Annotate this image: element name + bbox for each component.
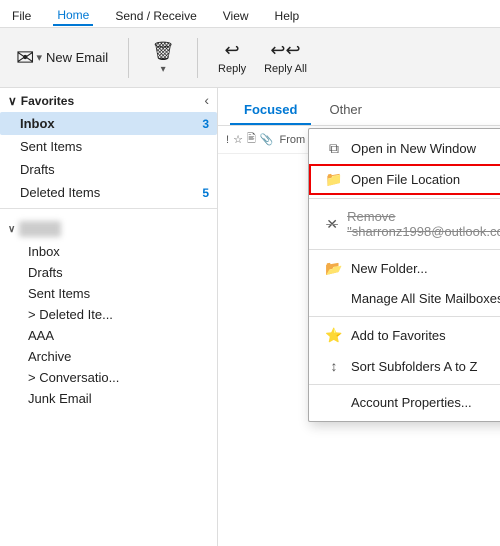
sidebar-item-deleted-items[interactable]: Deleted Items 5: [0, 181, 217, 204]
sidebar-item-sent-items[interactable]: Sent Items: [0, 135, 217, 158]
sidebar-subitem-deleted[interactable]: > Deleted Ite...: [0, 304, 217, 325]
ctx-remove-account[interactable]: ✕ Remove "sharronz1998@outlook.com": [309, 202, 500, 246]
sidebar-subitem-archive[interactable]: Archive: [0, 346, 217, 367]
account-chevron-icon: ∨: [8, 224, 15, 235]
sidebar-item-drafts[interactable]: Drafts: [0, 158, 217, 181]
favorites-header: ∨ Favorites: [0, 88, 217, 112]
reply-icon: ↩: [225, 40, 240, 61]
new-email-button[interactable]: ✉ ▾ New Email: [8, 34, 116, 82]
sidebar-subitem-aaa[interactable]: AAA: [0, 325, 217, 346]
menu-bar: File Home Send / Receive View Help: [0, 0, 500, 28]
reply-button[interactable]: ↩ Reply: [210, 34, 254, 82]
ctx-sort-subfolders[interactable]: ↕ Sort Subfolders A to Z: [309, 351, 500, 381]
ctx-sep-2: [309, 249, 500, 250]
ctx-manage-mailboxes[interactable]: Manage All Site Mailboxes...: [309, 284, 500, 313]
new-email-icon: ✉ ▾: [16, 45, 42, 71]
sidebar: ‹ ∨ Favorites Inbox 3 Sent Items Drafts …: [0, 88, 218, 546]
menu-help[interactable]: Help: [271, 7, 304, 25]
paperclip-icon: 📎: [260, 133, 274, 146]
col-icons: ! ☆ 🖹 📎: [226, 130, 274, 149]
col-from-header[interactable]: From: [280, 134, 360, 146]
reply-all-button[interactable]: ↩↩ Reply All: [258, 34, 313, 82]
attachment-icon: 🖹: [247, 130, 256, 149]
tab-focused[interactable]: Focused: [230, 96, 311, 125]
sort-subfolders-icon: ↕: [325, 358, 343, 374]
sidebar-collapse-button[interactable]: ‹: [200, 90, 213, 110]
menu-file[interactable]: File: [8, 7, 35, 25]
tab-other[interactable]: Other: [315, 96, 376, 125]
ribbon-group-actions: ↩ Reply ↩↩ Reply All: [210, 34, 313, 82]
sidebar-subitem-drafts[interactable]: Drafts: [0, 262, 217, 283]
ctx-new-folder[interactable]: 📂 New Folder...: [309, 253, 500, 284]
ctx-add-favorites[interactable]: ⭐ Add to Favorites: [309, 320, 500, 351]
ctx-sep-1: [309, 198, 500, 199]
new-folder-icon: 📂: [325, 260, 343, 277]
column-headers: ! ☆ 🖹 📎 From Subject: [218, 126, 500, 154]
sidebar-subitem-junk[interactable]: Junk Email: [0, 388, 217, 409]
ribbon-sep-1: [128, 38, 129, 78]
content-area: Focused Other ! ☆ 🖹 📎 From Subject: [218, 88, 500, 546]
account-section: ∨ @outl Inbox Drafts Sent Items > Delete…: [0, 213, 217, 413]
delete-icon: 🗑: [152, 41, 175, 62]
menu-home[interactable]: Home: [53, 6, 93, 26]
chevron-down-icon: ∨: [8, 94, 17, 108]
ctx-account-properties[interactable]: Account Properties...: [309, 388, 500, 417]
context-menu: ⧉ Open in New Window 📁 Open File Locatio…: [308, 128, 500, 422]
add-favorites-icon: ⭐: [325, 327, 343, 344]
remove-account-icon: ✕: [325, 216, 339, 233]
col-subject-header[interactable]: Subject: [366, 134, 493, 146]
context-menu-overlay: ⧉ Open in New Window 📁 Open File Locatio…: [218, 88, 500, 546]
ctx-sep-4: [309, 384, 500, 385]
ribbon: ✉ ▾ New Email 🗑 ▾ ↩ Reply ↩↩ Reply All: [0, 28, 500, 88]
ribbon-group-delete: 🗑 ▾: [141, 34, 185, 82]
sidebar-subitem-sent[interactable]: Sent Items: [0, 283, 217, 304]
menu-view[interactable]: View: [219, 7, 253, 25]
menu-send-receive[interactable]: Send / Receive: [111, 7, 200, 25]
ctx-open-file-location[interactable]: 📁 Open File Location: [309, 164, 500, 195]
flag-icon: ☆: [233, 133, 243, 146]
open-file-location-icon: 📁: [325, 171, 343, 188]
reply-all-icon: ↩↩: [270, 40, 300, 61]
sidebar-divider: [0, 208, 217, 209]
delete-button[interactable]: 🗑 ▾: [141, 34, 185, 82]
main-layout: ‹ ∨ Favorites Inbox 3 Sent Items Drafts …: [0, 88, 500, 546]
account-email-label: @outl: [19, 221, 61, 237]
ribbon-sep-2: [197, 38, 198, 78]
ctx-sep-3: [309, 316, 500, 317]
importance-icon: !: [226, 134, 229, 146]
sidebar-item-inbox[interactable]: Inbox 3: [0, 112, 217, 135]
sidebar-subitem-inbox[interactable]: Inbox: [0, 241, 217, 262]
account-header[interactable]: ∨ @outl: [0, 217, 217, 241]
sidebar-subitem-conversations[interactable]: > Conversatio...: [0, 367, 217, 388]
tab-bar: Focused Other: [218, 88, 500, 126]
